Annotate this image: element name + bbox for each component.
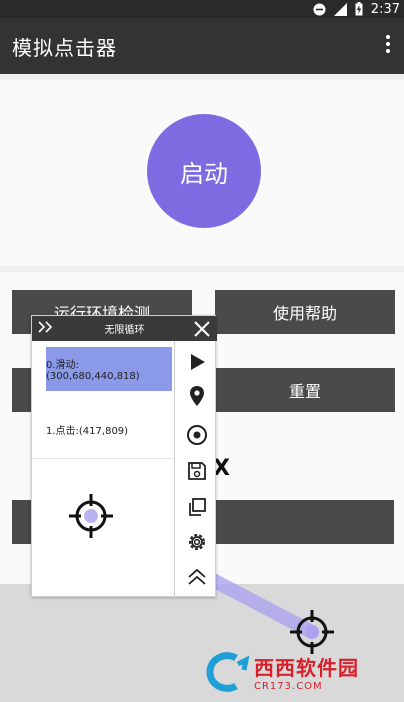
watermark-cn: 西西软件园 (254, 656, 359, 680)
floating-header: 无限循环 (32, 316, 217, 341)
chevron-up-icon[interactable] (183, 563, 211, 591)
toolbar (174, 341, 217, 598)
swipe-start-crosshair[interactable] (67, 492, 115, 540)
list-item-label: 0.滑动:(300,680,440,818) (46, 360, 140, 382)
watermark-en: CR173.COM (254, 681, 323, 692)
play-icon[interactable] (183, 348, 211, 376)
list-item[interactable]: 0.滑动:(300,680,440,818) (46, 347, 172, 391)
copy-icon[interactable] (183, 493, 211, 521)
gear-icon[interactable] (183, 528, 211, 556)
list-item[interactable]: 1.点击:(417,809) (32, 401, 174, 459)
swipe-end-crosshair[interactable] (288, 608, 336, 656)
save-icon[interactable] (183, 457, 211, 485)
floating-window: 无限循环 0.滑动:(300,680,440,818) 1.点击:(417,80… (31, 315, 217, 598)
close-icon[interactable] (187, 316, 217, 341)
target-icon[interactable] (183, 421, 211, 449)
action-list: 0.滑动:(300,680,440,818) 1.点击:(417,809) (32, 341, 174, 598)
double-chevron-right-icon[interactable] (32, 321, 62, 336)
loop-mode-label[interactable]: 无限循环 (62, 321, 187, 336)
watermark: 西西软件园 CR173.COM (204, 650, 386, 694)
watermark-logo-icon (206, 652, 250, 692)
location-pin-icon[interactable] (183, 382, 211, 410)
list-item-label: 1.点击:(417,809) (46, 426, 129, 437)
